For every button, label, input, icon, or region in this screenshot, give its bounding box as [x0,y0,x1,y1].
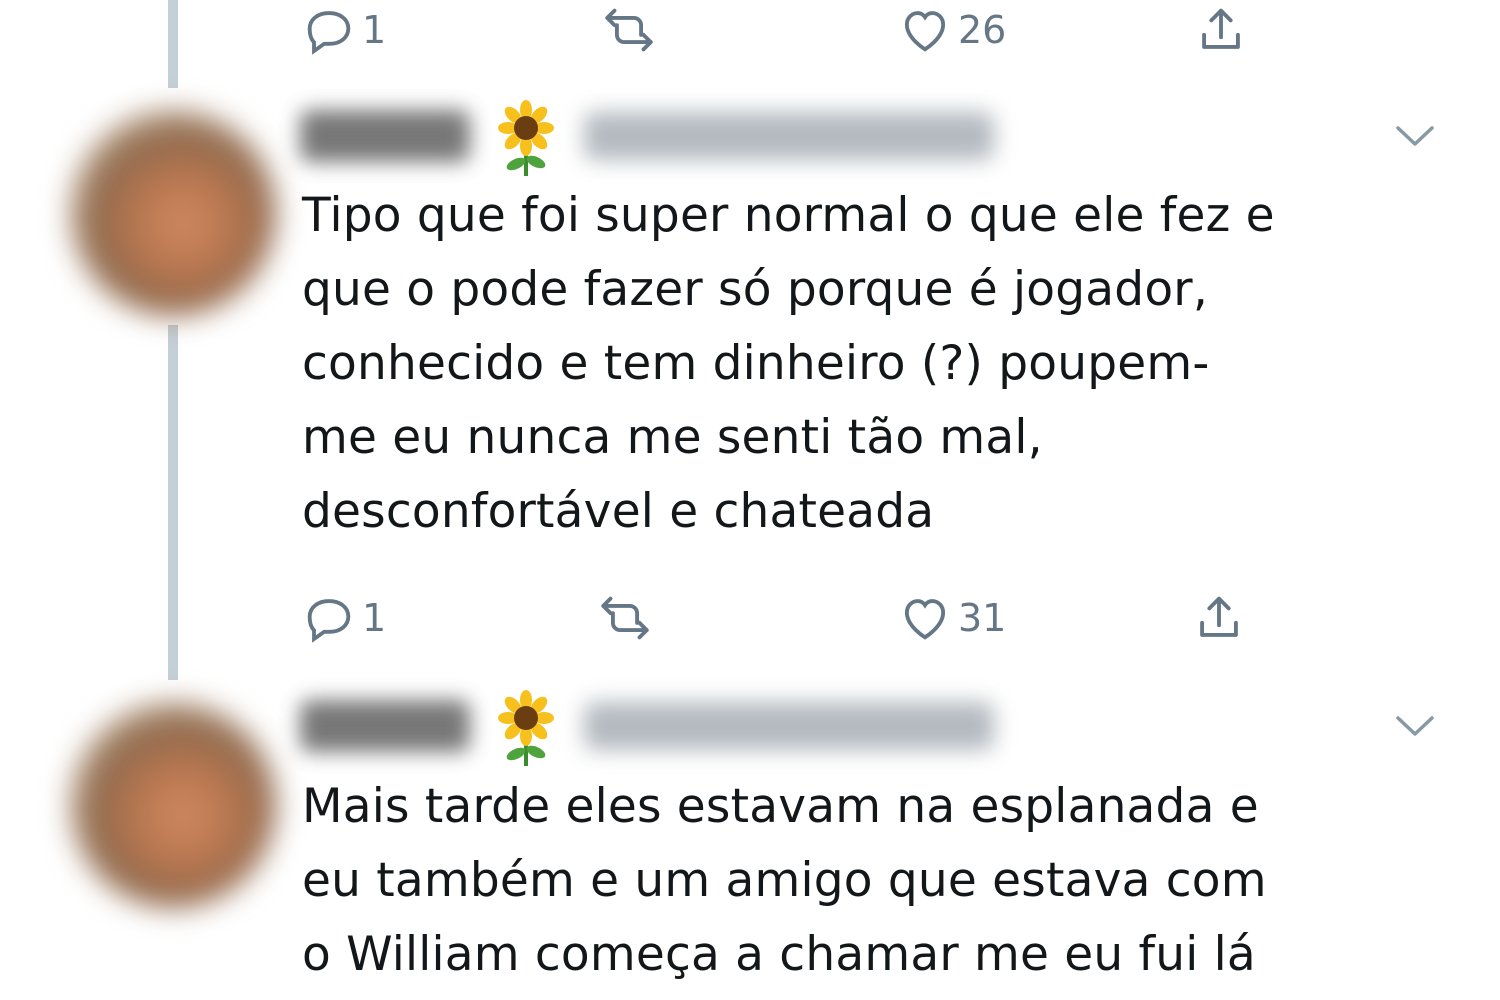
share-button[interactable] [1192,0,1250,60]
share-icon [1202,8,1240,49]
avatar[interactable] [70,702,276,908]
like-count: 26 [958,8,1007,52]
sunflower-icon [498,100,554,176]
like-icon [904,599,946,640]
action-row: 1 26 [300,0,1280,60]
retweet-icon [605,8,653,52]
tweet-text: Mais tarde eles estavam na esplanada e e… [302,779,1267,982]
reply-icon [307,599,351,643]
like-icon [904,11,946,52]
retweet-button[interactable] [596,588,658,648]
reply-button[interactable]: 1 [300,588,386,648]
author-name-blurred[interactable] [300,110,470,162]
chevron-down-icon[interactable] [1390,120,1440,150]
sunflower-icon [498,690,554,766]
tweet-header [300,688,1440,768]
chevron-down-icon[interactable] [1390,710,1440,740]
author-handle-blurred[interactable] [584,702,994,750]
reply-button[interactable]: 1 [300,0,386,60]
share-button[interactable] [1190,588,1248,648]
tweet-text: Tipo que foi super normal o que ele fez … [302,188,1275,539]
tweet-header [300,98,1440,178]
thread-line [168,0,178,88]
thread-line [168,325,178,680]
avatar[interactable] [70,110,276,316]
retweet-icon [601,596,649,640]
retweet-button[interactable] [600,0,662,60]
like-button[interactable]: 26 [896,0,1006,60]
like-button[interactable]: 31 [896,588,1006,648]
reply-icon [307,11,351,55]
action-row: 1 31 [300,588,1280,648]
author-handle-blurred[interactable] [584,112,994,160]
author-name-blurred[interactable] [300,700,470,752]
reply-count: 1 [362,596,387,640]
share-icon [1200,596,1238,637]
reply-count: 1 [362,8,387,52]
like-count: 31 [958,596,1007,640]
